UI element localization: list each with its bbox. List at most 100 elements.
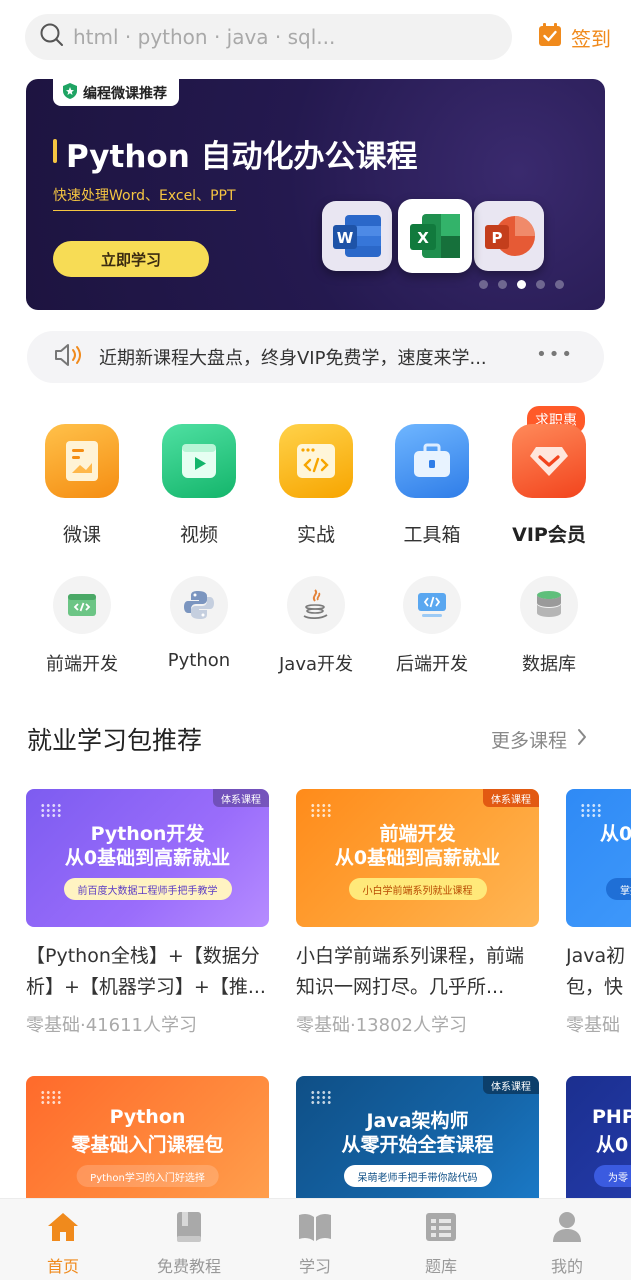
thumb-title: Python bbox=[109, 1106, 186, 1128]
ppt-letter: P bbox=[492, 229, 503, 247]
announcement-text: 近期新课程大盘点，终身VIP免费学，速度来学... bbox=[99, 348, 487, 369]
thumb-subtitle: 从0基础到高薪就业 bbox=[334, 847, 501, 869]
document-icon bbox=[45, 424, 119, 498]
calendar-check-icon bbox=[537, 22, 563, 52]
nav-label: 工具箱 bbox=[403, 524, 461, 546]
thumb-subtitle: 零基础入门课程包 bbox=[71, 1134, 224, 1156]
thumb-pill: 掌握 bbox=[606, 878, 631, 900]
chevron-right-icon bbox=[577, 728, 587, 751]
carousel-indicator bbox=[479, 280, 564, 289]
excel-icon: X bbox=[398, 199, 472, 273]
user-icon bbox=[522, 1209, 612, 1245]
nav-toolbox[interactable]: 工具箱 bbox=[377, 424, 487, 547]
nav-microcourse[interactable]: 微课 bbox=[27, 424, 137, 547]
course-description: 【Python全栈】+【数据分析】+【机器学习】+【推... bbox=[26, 945, 266, 998]
thumb-title: Python开发 bbox=[90, 823, 205, 845]
tab-home[interactable]: 首页 bbox=[18, 1209, 108, 1277]
category-label: Java开发 bbox=[278, 654, 354, 675]
category-label: 数据库 bbox=[522, 654, 576, 675]
category-frontend[interactable]: 前端开发 bbox=[27, 576, 137, 676]
word-icon: W bbox=[322, 201, 392, 271]
course-kind-badge: 体系课程 bbox=[213, 789, 269, 807]
category-label: Python bbox=[167, 650, 231, 671]
banner-title-accent bbox=[53, 139, 57, 163]
tab-label: 我的 bbox=[550, 1257, 583, 1276]
backend-icon bbox=[403, 576, 461, 634]
course-thumbnail: 体系课程 Python开发 从0基础到高薪就业 前百度大数据工程师手把手教学 bbox=[26, 789, 269, 927]
category-label: 前端开发 bbox=[46, 654, 118, 675]
banner-tag: 编程微课推荐 bbox=[53, 79, 179, 106]
tab-profile[interactable]: 我的 bbox=[522, 1209, 612, 1277]
search-icon bbox=[39, 22, 65, 52]
thumb-title: 从0 bbox=[600, 823, 631, 845]
category-python[interactable]: Python bbox=[144, 576, 254, 671]
course-kind-badge: 体系课程 bbox=[483, 789, 539, 807]
excel-letter: X bbox=[417, 229, 429, 247]
nav-label: VIP会员 bbox=[512, 524, 586, 546]
course-card[interactable]: Python 零基础入门课程包 Python学习的入门好选择 bbox=[26, 1076, 269, 1214]
nav-label: 视频 bbox=[179, 524, 218, 546]
question-bank-icon bbox=[396, 1209, 486, 1245]
tab-study[interactable]: 学习 bbox=[270, 1209, 360, 1277]
promo-banner[interactable]: 编程微课推荐 Python 自动化办公课程 快速处理Word、Excel、PPT… bbox=[26, 79, 605, 310]
dots-decoration bbox=[310, 803, 332, 817]
course-meta: 零基础·13802人学习 bbox=[296, 1015, 467, 1036]
course-meta: 零基础 bbox=[566, 1015, 620, 1036]
thumb-pill: 为零 bbox=[594, 1165, 631, 1187]
open-book-icon bbox=[270, 1209, 360, 1245]
video-icon bbox=[162, 424, 236, 498]
thumb-title: PHP bbox=[592, 1106, 631, 1128]
category-label: 后端开发 bbox=[396, 654, 468, 675]
dots-decoration bbox=[310, 1090, 332, 1104]
course-thumbnail: 体系课程 前端开发 从0基础到高薪就业 小白学前端系列就业课程 bbox=[296, 789, 539, 927]
shield-star-icon bbox=[63, 82, 77, 103]
carousel-dot[interactable] bbox=[555, 280, 564, 289]
nav-video[interactable]: 视频 bbox=[144, 424, 254, 547]
thumb-title: Java架构师 bbox=[366, 1110, 469, 1132]
tab-question-bank[interactable]: 题库 bbox=[396, 1209, 486, 1277]
course-card[interactable]: 体系课程 前端开发 从0基础到高薪就业 小白学前端系列就业课程 小白学前端系列课… bbox=[296, 789, 539, 1037]
course-thumbnail: Python 零基础入门课程包 Python学习的入门好选择 bbox=[26, 1076, 269, 1214]
more-courses-label: 更多课程 bbox=[491, 730, 568, 752]
carousel-dot[interactable] bbox=[536, 280, 545, 289]
announcement-bar[interactable]: 近期新课程大盘点，终身VIP免费学，速度来学... ••• bbox=[27, 331, 604, 383]
banner-tag-label: 编程微课推荐 bbox=[83, 85, 167, 102]
speaker-icon bbox=[53, 343, 85, 371]
section-title: 就业学习包推荐 bbox=[27, 726, 203, 755]
carousel-dot[interactable] bbox=[498, 280, 507, 289]
thumb-pill: Python学习的入门好选择 bbox=[76, 1165, 219, 1187]
more-courses-link[interactable]: 更多课程 bbox=[491, 726, 587, 753]
course-description: Java初包，快运 bbox=[566, 945, 626, 998]
bottom-tab-bar: 首页 免费教程 学习 题库 我的 bbox=[0, 1198, 631, 1280]
course-thumbnail: 从0 掌握 bbox=[566, 789, 631, 927]
course-card[interactable]: 体系课程 Python开发 从0基础到高薪就业 前百度大数据工程师手把手教学 【… bbox=[26, 789, 269, 1037]
home-icon bbox=[18, 1209, 108, 1245]
toolbox-icon bbox=[395, 424, 469, 498]
category-java[interactable]: Java开发 bbox=[261, 576, 371, 676]
course-card[interactable]: PHP 从0 为零 bbox=[566, 1076, 631, 1214]
more-icon[interactable]: ••• bbox=[536, 344, 574, 365]
dots-decoration bbox=[40, 803, 62, 817]
dots-decoration bbox=[580, 803, 602, 817]
search-input[interactable]: html · python · java · sql... bbox=[25, 14, 512, 60]
carousel-dot[interactable] bbox=[479, 280, 488, 289]
banner-cta-button[interactable]: 立即学习 bbox=[53, 241, 209, 277]
nav-practice[interactable]: 实战 bbox=[261, 424, 371, 547]
tab-free-tutorials[interactable]: 免费教程 bbox=[144, 1209, 234, 1277]
frontend-icon bbox=[53, 576, 111, 634]
tab-label: 首页 bbox=[46, 1257, 79, 1276]
category-backend[interactable]: 后端开发 bbox=[377, 576, 487, 676]
course-card[interactable]: 体系课程 Java架构师 从零开始全套课程 呆萌老师手把手带你敲代码 bbox=[296, 1076, 539, 1214]
thumb-subtitle: 从零开始全套课程 bbox=[341, 1134, 494, 1156]
banner-title: Python 自动化办公课程 bbox=[66, 139, 418, 175]
checkin-button[interactable]: 签到 bbox=[537, 22, 611, 52]
nav-vip[interactable]: VIP会员 bbox=[494, 424, 604, 547]
thumb-subtitle: 从0基础到高薪就业 bbox=[64, 847, 231, 869]
course-card[interactable]: 从0 掌握 Java初包，快运 零基础 bbox=[566, 789, 631, 1037]
carousel-dot-active[interactable] bbox=[517, 280, 526, 289]
diamond-icon bbox=[512, 424, 586, 498]
tab-label: 题库 bbox=[424, 1257, 457, 1276]
course-thumbnail: PHP 从0 为零 bbox=[566, 1076, 631, 1214]
category-database[interactable]: 数据库 bbox=[494, 576, 604, 676]
code-window-icon bbox=[279, 424, 353, 498]
